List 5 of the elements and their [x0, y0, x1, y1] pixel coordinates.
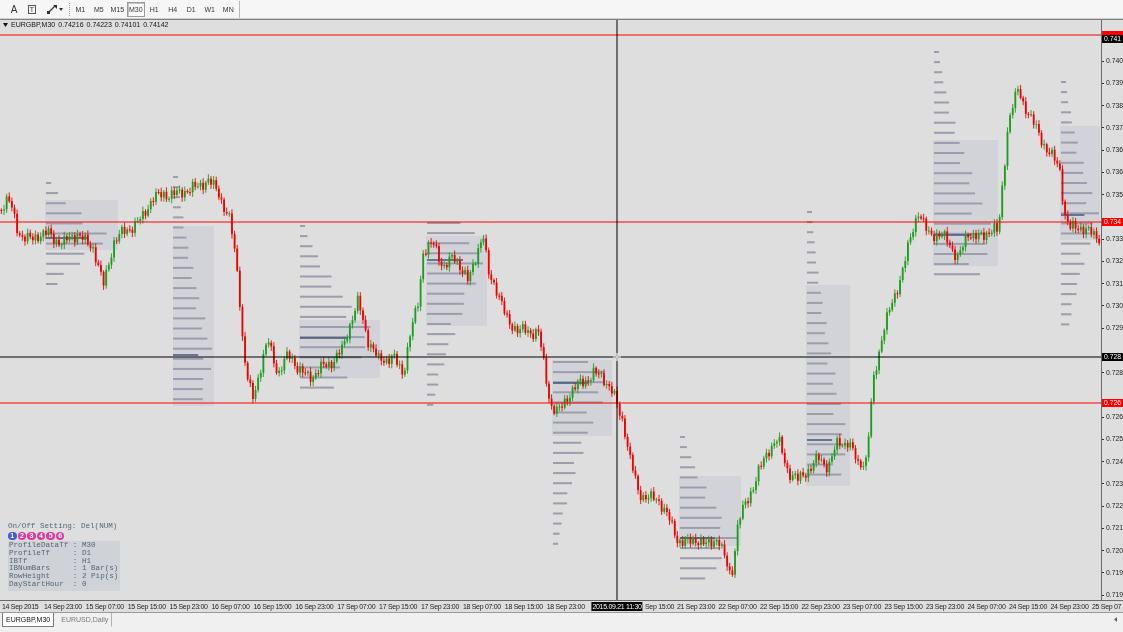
caret-icon: [58, 7, 63, 11]
caret-icon[interactable]: [3, 23, 8, 27]
shapes-icon: [46, 4, 57, 14]
arrow-left-icon[interactable]: [1114, 617, 1117, 622]
text-tool-button[interactable]: A: [5, 1, 23, 17]
